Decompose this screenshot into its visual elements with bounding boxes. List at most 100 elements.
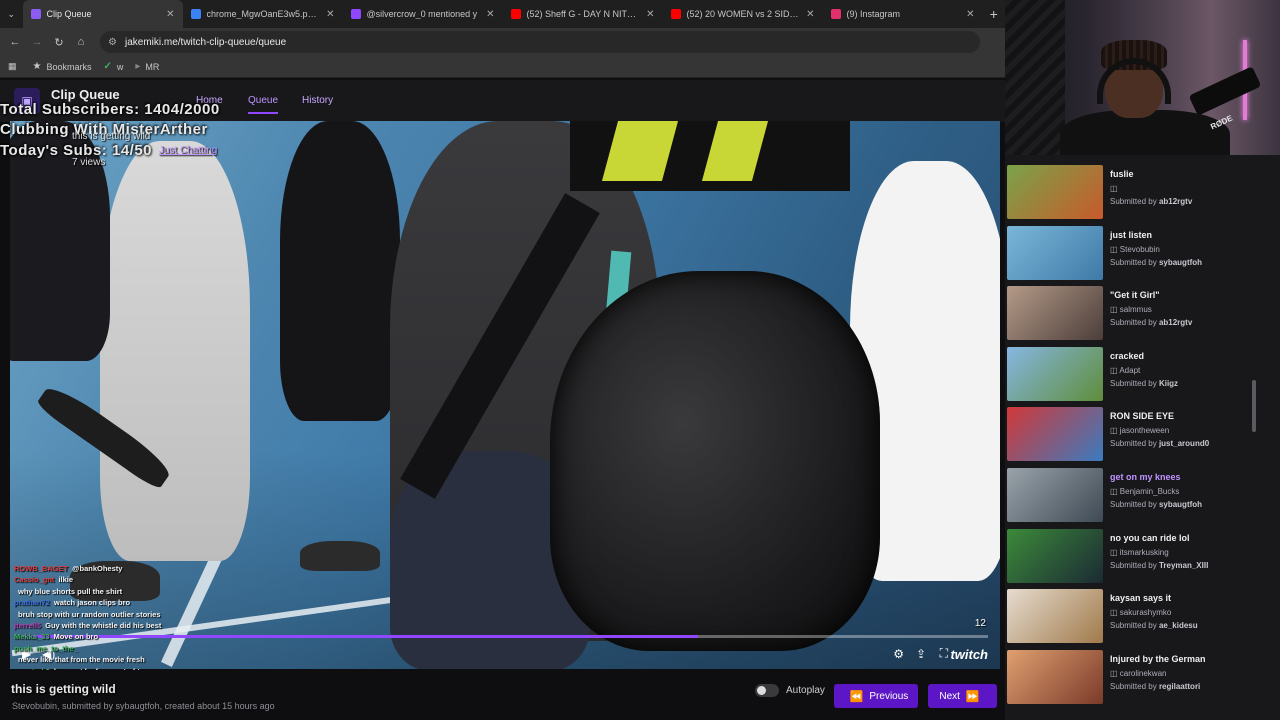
tab-title: (9) Instagram [846,9,901,19]
reload-icon[interactable]: ↻ [48,36,70,49]
queue-item-submitter: Submitted by just_around0 [1110,439,1210,449]
next-button[interactable]: Next ⏩ [928,684,997,708]
autoplay-toggle[interactable] [755,684,779,697]
chat-text: Move on bro [53,632,99,642]
bookmark-w[interactable]: ✓ w [104,61,124,72]
queue-thumbnail[interactable] [1007,346,1103,401]
tab-close-icon[interactable]: ✕ [486,9,494,20]
screen: ⌄ Clip Queue✕chrome_MgwOanE3w5.png (42✕@… [0,0,1280,720]
chat-message: never like that from the movie fresh [14,654,214,665]
queue-thumbnail[interactable] [1007,225,1103,280]
rewind-icon: ⏪ [849,690,864,703]
tab-favicon-icon [670,9,681,19]
bookmark-mr[interactable]: ▸ MR [135,61,159,72]
queue-thumbnail[interactable] [1007,649,1103,704]
bookmark-bookmarks[interactable]: ★ Bookmarks [33,61,92,72]
queue-item-channel: ◫ salmmus [1110,305,1152,315]
channel-icon: ◫ [1110,426,1120,436]
queue-thumbnail[interactable] [1007,528,1103,583]
bookmarks-bar: ▦ ★ Bookmarks ✓ w ▸ MR [0,56,1005,78]
tab-close-icon[interactable]: ✕ [166,9,174,20]
tab-close-icon[interactable]: ✕ [806,9,814,20]
queue-item-title: kaysan says it [1110,593,1172,604]
queue-item[interactable]: kaysan says it ◫ sakurashymko Submitted by… [1007,589,1267,645]
queue-item[interactable]: get on my knees ◫ Benjamin_Bucks Submitted… [1007,468,1267,524]
apps-grid-icon[interactable]: ▦ [8,61,17,72]
chat-username: Mekka_33 [14,632,50,642]
tab-favicon-icon [350,9,361,19]
tab-close-icon[interactable]: ✕ [646,9,654,20]
shoe [300,541,380,571]
chat-overlay: ROWB_BAGET @bankOhesty Cassio_gnt ilkie why … [14,563,214,677]
channel-icon: ◫ [1110,365,1120,375]
chat-message: bruh stop with ur random outlier stories [14,609,214,620]
chat-message: push_me_to_the_ [14,643,214,654]
toggle-knob [757,686,766,695]
clip-category-link[interactable]: Just Chatting [159,145,217,156]
tab-title: Clip Queue [46,9,92,19]
mr-icon: ▸ [135,61,141,72]
queue-item[interactable]: just listen ◫ Stevobubin Submitted by syba… [1007,225,1267,282]
tab-favicon-icon [830,9,841,19]
site-info-icon[interactable]: ⚙ [108,37,117,48]
queue-thumbnail[interactable] [1007,165,1103,219]
clip-counter: 12 [974,618,986,629]
queue-item-title: RON SIDE EYE [1110,411,1175,422]
autoplay-label: Autoplay [786,685,825,696]
queue-scrollbar[interactable] [1252,380,1256,432]
url-field[interactable]: ⚙ jakemiki.me/twitch-clip-queue/queue [100,31,980,53]
browser-tab-bar: ⌄ Clip Queue✕chrome_MgwOanE3w5.png (42✕@… [0,0,1005,28]
chat-message: ROWB_BAGET @bankOhesty [14,563,214,574]
tab-close-icon[interactable]: ✕ [326,9,334,20]
queue-item-channel: ◫ jasontheween [1110,426,1170,436]
queue-item-title: cracked [1110,350,1145,361]
queue-item-submitter: Submitted by ab12rgtv [1110,197,1193,206]
webcam-feed: RØDE [1005,0,1280,155]
queue-item[interactable]: cracked ◫ Adapt Submitted by Kiigz [1007,346,1267,403]
chat-username: prathan72 [14,598,50,608]
home-icon[interactable]: ⌂ [70,36,92,48]
settings-icon[interactable]: ⚙ [893,647,904,661]
previous-button[interactable]: ⏪ Previous [834,684,918,708]
queue-item-channel: ◫ carolinekwan [1110,668,1167,678]
forward-icon[interactable]: → [26,36,48,48]
chat-username: Cassio_gnt [14,575,55,585]
tab-title: chrome_MgwOanE3w5.png (42 [206,9,321,19]
queue-item[interactable]: Injured by the German ◫ carolinekwan Submi… [1007,649,1267,706]
browser-tab[interactable]: chrome_MgwOanE3w5.png (42 ✕ [183,0,343,28]
queue-thumbnail[interactable] [1007,589,1103,644]
channel-icon: ◫ [1110,608,1120,618]
queue-item-channel: ◫ itsmarkusking [1110,547,1169,557]
tab-title: (52) Sheff G - DAY N NITE Free [526,9,641,19]
browser-tab[interactable]: (52) Sheff G - DAY N NITE Free ✕ [503,0,663,28]
fullscreen-icon[interactable]: ⛶ [940,646,948,661]
tab-title: (52) 20 WOMEN vs 2 SIDEMEN [686,9,801,19]
browser-tab[interactable]: (52) 20 WOMEN vs 2 SIDEMEN ✕ [663,0,823,28]
browser-tab[interactable]: @silvercrow_0 mentioned y ✕ [343,0,503,28]
queue-item[interactable]: fuslie ◫ Submitted by ab12rgtv [1007,165,1267,221]
tab-close-icon[interactable]: ✕ [966,9,974,20]
tab-favicon-icon [190,9,201,19]
tab-search-icon[interactable]: ⌄ [0,0,23,28]
acoustic-foam [1005,0,1065,155]
channel-icon: ◫ [1110,184,1118,193]
clip-under-meta: Stevobubin, submitted by sybaugtfoh, cre… [12,701,275,711]
queue-item[interactable]: RON SIDE EYE ◫ jasontheween Submitted by j… [1007,407,1267,463]
browser-tab[interactable]: Clip Queue ✕ [22,0,183,28]
queue-item[interactable]: "Get it Girl" ◫ salmmus Submitted by ab12r… [1007,286,1267,342]
channel-icon: ◫ [1110,547,1120,557]
chat-text: @bankOhesty [72,564,123,573]
queue-item[interactable]: no you can ride lol ◫ itsmarkusking Submit… [1007,528,1267,585]
queue-thumbnail[interactable] [1007,468,1103,522]
nav-history[interactable]: History [302,95,333,106]
queue-thumbnail[interactable] [1007,407,1103,462]
browser-tab[interactable]: (9) Instagram ✕ [823,0,983,28]
back-icon[interactable]: ← [4,36,26,48]
chat-text: ilkie [58,575,74,585]
queue-thumbnail[interactable] [1007,286,1103,341]
share-icon[interactable]: ⇪ [916,647,926,661]
chat-message: jterrell5 Guy with the whistle did his be… [14,620,214,631]
nav-queue[interactable]: Queue [248,95,279,114]
new-tab-button[interactable]: + [983,6,1006,22]
twitch-logo[interactable]: twitch [950,647,988,662]
